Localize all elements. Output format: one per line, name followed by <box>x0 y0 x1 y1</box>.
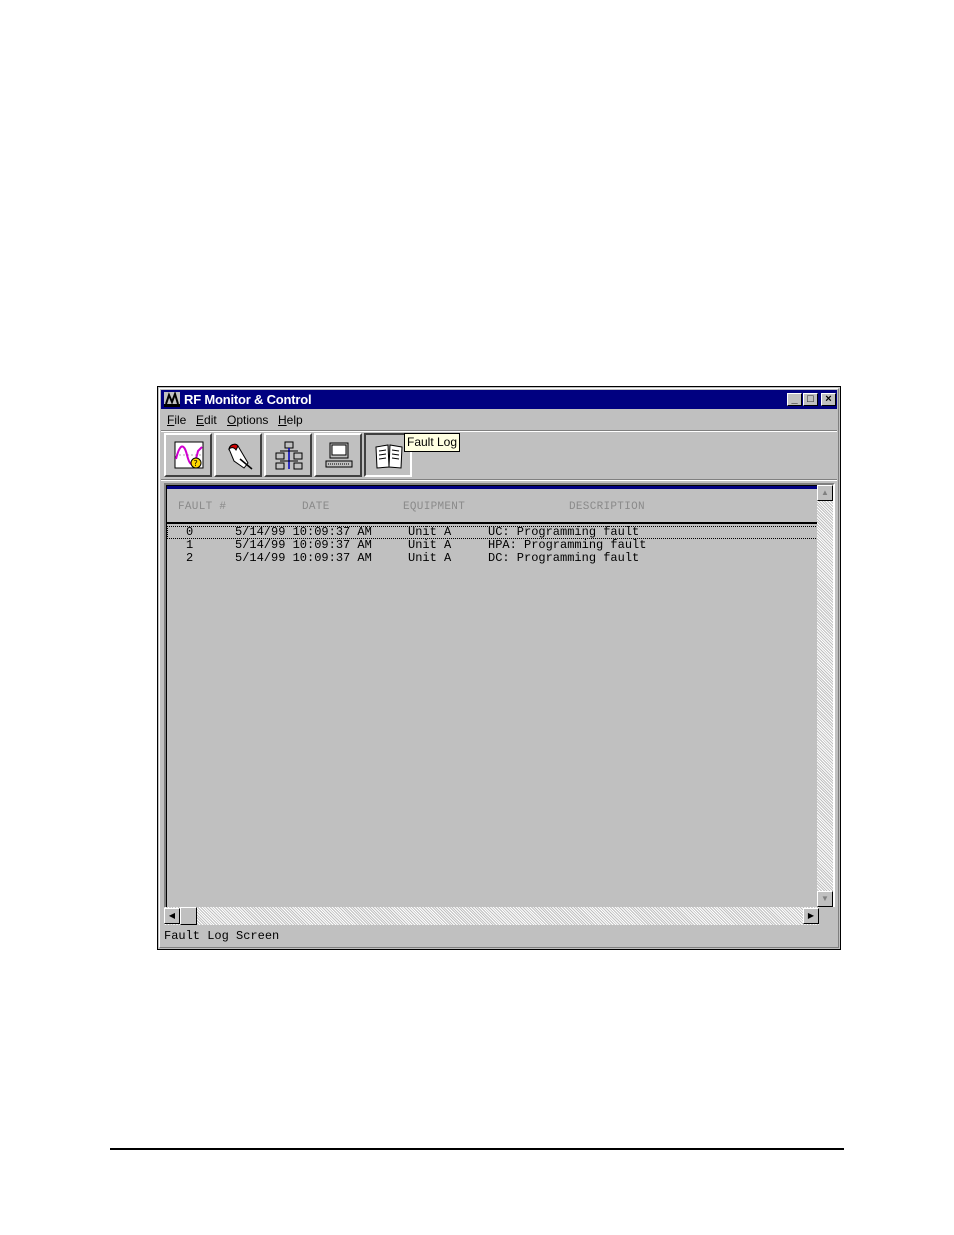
col-header-fault[interactable]: FAULT # <box>178 501 226 513</box>
menu-edit[interactable]: Edit <box>196 412 217 428</box>
app-window: RF Monitor & Control _ □ × File Edit Opt… <box>157 386 841 950</box>
computer-button[interactable] <box>314 433 362 477</box>
col-header-equipment[interactable]: EQUIPMENT <box>403 501 465 513</box>
close-button[interactable]: × <box>821 393 836 406</box>
scroll-down-button[interactable]: ▼ <box>817 891 833 907</box>
hand-pointer-icon <box>228 443 253 470</box>
book-icon <box>375 444 403 469</box>
spectrum-button[interactable]: ? <box>164 433 212 477</box>
fault-log-panel: FAULT # DATE EQUIPMENT DESCRIPTION 0 5/1… <box>164 483 835 913</box>
fault-log-list[interactable]: FAULT # DATE EQUIPMENT DESCRIPTION 0 5/1… <box>166 485 818 907</box>
page-footer-rule <box>110 1148 844 1150</box>
menu-options[interactable]: Options <box>227 412 268 428</box>
title-bar[interactable]: RF Monitor & Control _ □ × <box>161 390 837 409</box>
status-bar: Fault Log Screen <box>164 929 280 943</box>
control-button[interactable] <box>214 433 262 477</box>
col-header-date[interactable]: DATE <box>302 501 330 513</box>
horizontal-scrollbar[interactable]: ◀ ▶ <box>164 907 819 925</box>
fault-description: DC: Programming fault <box>488 551 640 565</box>
fault-date: 5/14/99 10:09:37 AM <box>235 551 372 565</box>
horizontal-scroll-thumb[interactable] <box>180 907 197 925</box>
header-accent <box>167 486 818 489</box>
menu-bar: File Edit Options Help <box>161 410 837 430</box>
toolbar-separator <box>161 479 837 481</box>
network-button[interactable] <box>264 433 312 477</box>
fault-number: 2 <box>186 551 194 565</box>
fault-equipment: Unit A <box>408 551 452 565</box>
menu-separator <box>161 430 837 432</box>
table-row[interactable]: 2 5/14/99 10:09:37 AM Unit A DC: Program… <box>167 552 818 565</box>
app-logo-icon <box>164 392 180 407</box>
minimize-button[interactable]: _ <box>787 393 802 406</box>
scroll-up-button[interactable]: ▲ <box>817 485 833 501</box>
menu-file[interactable]: File <box>167 412 186 428</box>
vertical-scrollbar[interactable]: ▲ ▼ <box>817 485 833 907</box>
col-header-description[interactable]: DESCRIPTION <box>569 501 645 513</box>
spectrum-analyzer-icon: ? <box>174 441 204 469</box>
network-icon <box>275 441 303 470</box>
scroll-right-button[interactable]: ▶ <box>803 908 819 924</box>
maximize-button[interactable]: □ <box>803 393 818 406</box>
scroll-left-button[interactable]: ◀ <box>164 908 180 924</box>
scrollbar-corner <box>819 907 835 925</box>
computer-icon <box>325 442 353 468</box>
tooltip: Fault Log <box>404 433 461 452</box>
menu-help[interactable]: Help <box>278 412 303 428</box>
window-title: RF Monitor & Control <box>184 392 312 407</box>
svg-text:?: ? <box>194 459 198 468</box>
header-divider <box>167 522 818 524</box>
